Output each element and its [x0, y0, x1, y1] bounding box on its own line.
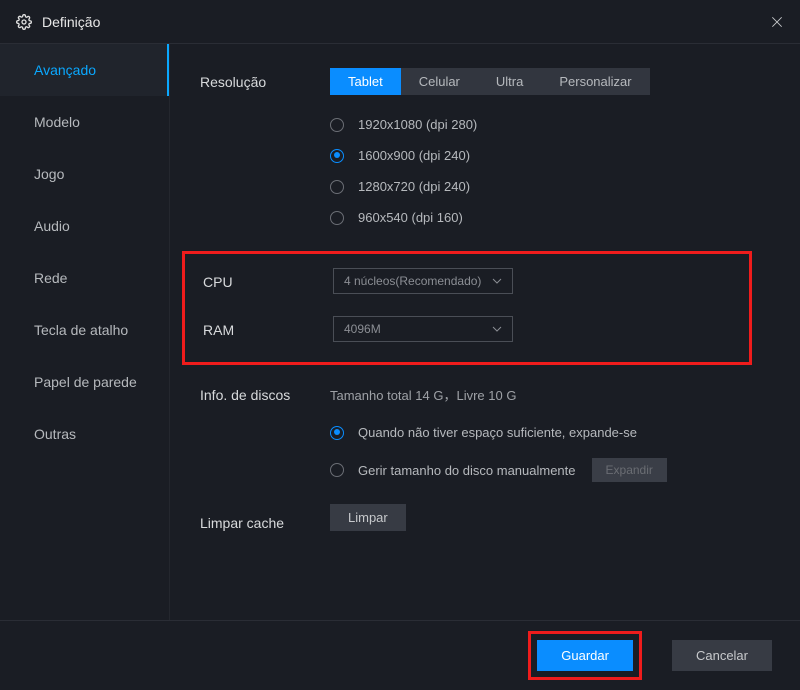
- titlebar: Definição: [0, 0, 800, 44]
- sidebar-item-other[interactable]: Outras: [0, 408, 169, 460]
- footer: Guardar Cancelar: [0, 620, 800, 690]
- disk-label: Info. de discos: [200, 381, 330, 403]
- radio-icon: [330, 463, 344, 477]
- sidebar-item-audio[interactable]: Audio: [0, 200, 169, 252]
- cache-label: Limpar cache: [200, 509, 330, 531]
- resolution-options: 1920x1080 (dpi 280) 1600x900 (dpi 240) 1…: [330, 109, 772, 233]
- cancel-button[interactable]: Cancelar: [672, 640, 772, 671]
- clear-cache-button[interactable]: Limpar: [330, 504, 406, 531]
- sidebar-item-label: Papel de parede: [34, 374, 137, 390]
- radio-icon: [330, 426, 344, 440]
- resolution-option-1600[interactable]: 1600x900 (dpi 240): [330, 140, 772, 171]
- radio-label: 960x540 (dpi 160): [358, 210, 463, 225]
- radio-label: Quando não tiver espaço suficiente, expa…: [358, 425, 637, 440]
- sidebar-item-label: Rede: [34, 270, 67, 286]
- ram-select[interactable]: 4096M: [333, 316, 513, 342]
- close-icon[interactable]: [770, 15, 784, 29]
- resolution-label: Resolução: [200, 68, 330, 90]
- disk-options: Quando não tiver espaço suficiente, expa…: [330, 416, 772, 491]
- cpu-select[interactable]: 4 núcleos(Recomendado): [333, 268, 513, 294]
- disk-option-manual[interactable]: Gerir tamanho do disco manualmente Expan…: [330, 449, 772, 491]
- resolution-option-1920[interactable]: 1920x1080 (dpi 280): [330, 109, 772, 140]
- radio-label: 1920x1080 (dpi 280): [358, 117, 477, 132]
- sidebar-item-shortcut[interactable]: Tecla de atalho: [0, 304, 169, 356]
- radio-label: 1600x900 (dpi 240): [358, 148, 470, 163]
- tab-tablet[interactable]: Tablet: [330, 68, 401, 95]
- sidebar: Avançado Modelo Jogo Audio Rede Tecla de…: [0, 44, 170, 620]
- resolution-option-960[interactable]: 960x540 (dpi 160): [330, 202, 772, 233]
- resolution-row: Resolução Tablet Celular Ultra Personali…: [200, 68, 772, 233]
- resolution-option-1280[interactable]: 1280x720 (dpi 240): [330, 171, 772, 202]
- cpu-ram-highlight: CPU 4 núcleos(Recomendado) RAM 4096M: [182, 251, 752, 365]
- save-highlight: Guardar: [528, 631, 642, 680]
- radio-label: 1280x720 (dpi 240): [358, 179, 470, 194]
- content-panel: Resolução Tablet Celular Ultra Personali…: [170, 44, 800, 620]
- chevron-down-icon: [492, 326, 502, 332]
- sidebar-item-label: Audio: [34, 218, 70, 234]
- sidebar-item-game[interactable]: Jogo: [0, 148, 169, 200]
- cpu-row: CPU 4 núcleos(Recomendado): [203, 268, 731, 294]
- ram-row: RAM 4096M: [203, 316, 731, 342]
- radio-icon: [330, 149, 344, 163]
- tab-mobile[interactable]: Celular: [401, 68, 478, 95]
- sidebar-item-label: Outras: [34, 426, 76, 442]
- radio-label: Gerir tamanho do disco manualmente: [358, 463, 576, 478]
- disk-summary: Tamanho total 14 G，Livre 10 G: [330, 381, 772, 404]
- tab-ultra[interactable]: Ultra: [478, 68, 541, 95]
- radio-icon: [330, 118, 344, 132]
- disk-row: Info. de discos Tamanho total 14 G，Livre…: [200, 381, 772, 491]
- resolution-tabs: Tablet Celular Ultra Personalizar: [330, 68, 650, 95]
- cpu-label: CPU: [203, 268, 333, 290]
- sidebar-item-wallpaper[interactable]: Papel de parede: [0, 356, 169, 408]
- radio-icon: [330, 180, 344, 194]
- chevron-down-icon: [492, 278, 502, 284]
- sidebar-item-network[interactable]: Rede: [0, 252, 169, 304]
- sidebar-item-label: Jogo: [34, 166, 64, 182]
- gear-icon: [16, 14, 32, 30]
- sidebar-item-model[interactable]: Modelo: [0, 96, 169, 148]
- sidebar-item-label: Modelo: [34, 114, 80, 130]
- disk-option-auto-expand[interactable]: Quando não tiver espaço suficiente, expa…: [330, 416, 772, 449]
- sidebar-item-advanced[interactable]: Avançado: [0, 44, 169, 96]
- sidebar-item-label: Tecla de atalho: [34, 322, 128, 338]
- sidebar-item-label: Avançado: [34, 62, 96, 78]
- window-title: Definição: [42, 14, 770, 30]
- cpu-value: 4 núcleos(Recomendado): [344, 274, 481, 288]
- ram-value: 4096M: [344, 322, 381, 336]
- expand-button: Expandir: [592, 458, 667, 482]
- tab-custom[interactable]: Personalizar: [541, 68, 649, 95]
- radio-icon: [330, 211, 344, 225]
- ram-label: RAM: [203, 316, 333, 338]
- save-button[interactable]: Guardar: [537, 640, 633, 671]
- cache-row: Limpar cache Limpar: [200, 509, 772, 531]
